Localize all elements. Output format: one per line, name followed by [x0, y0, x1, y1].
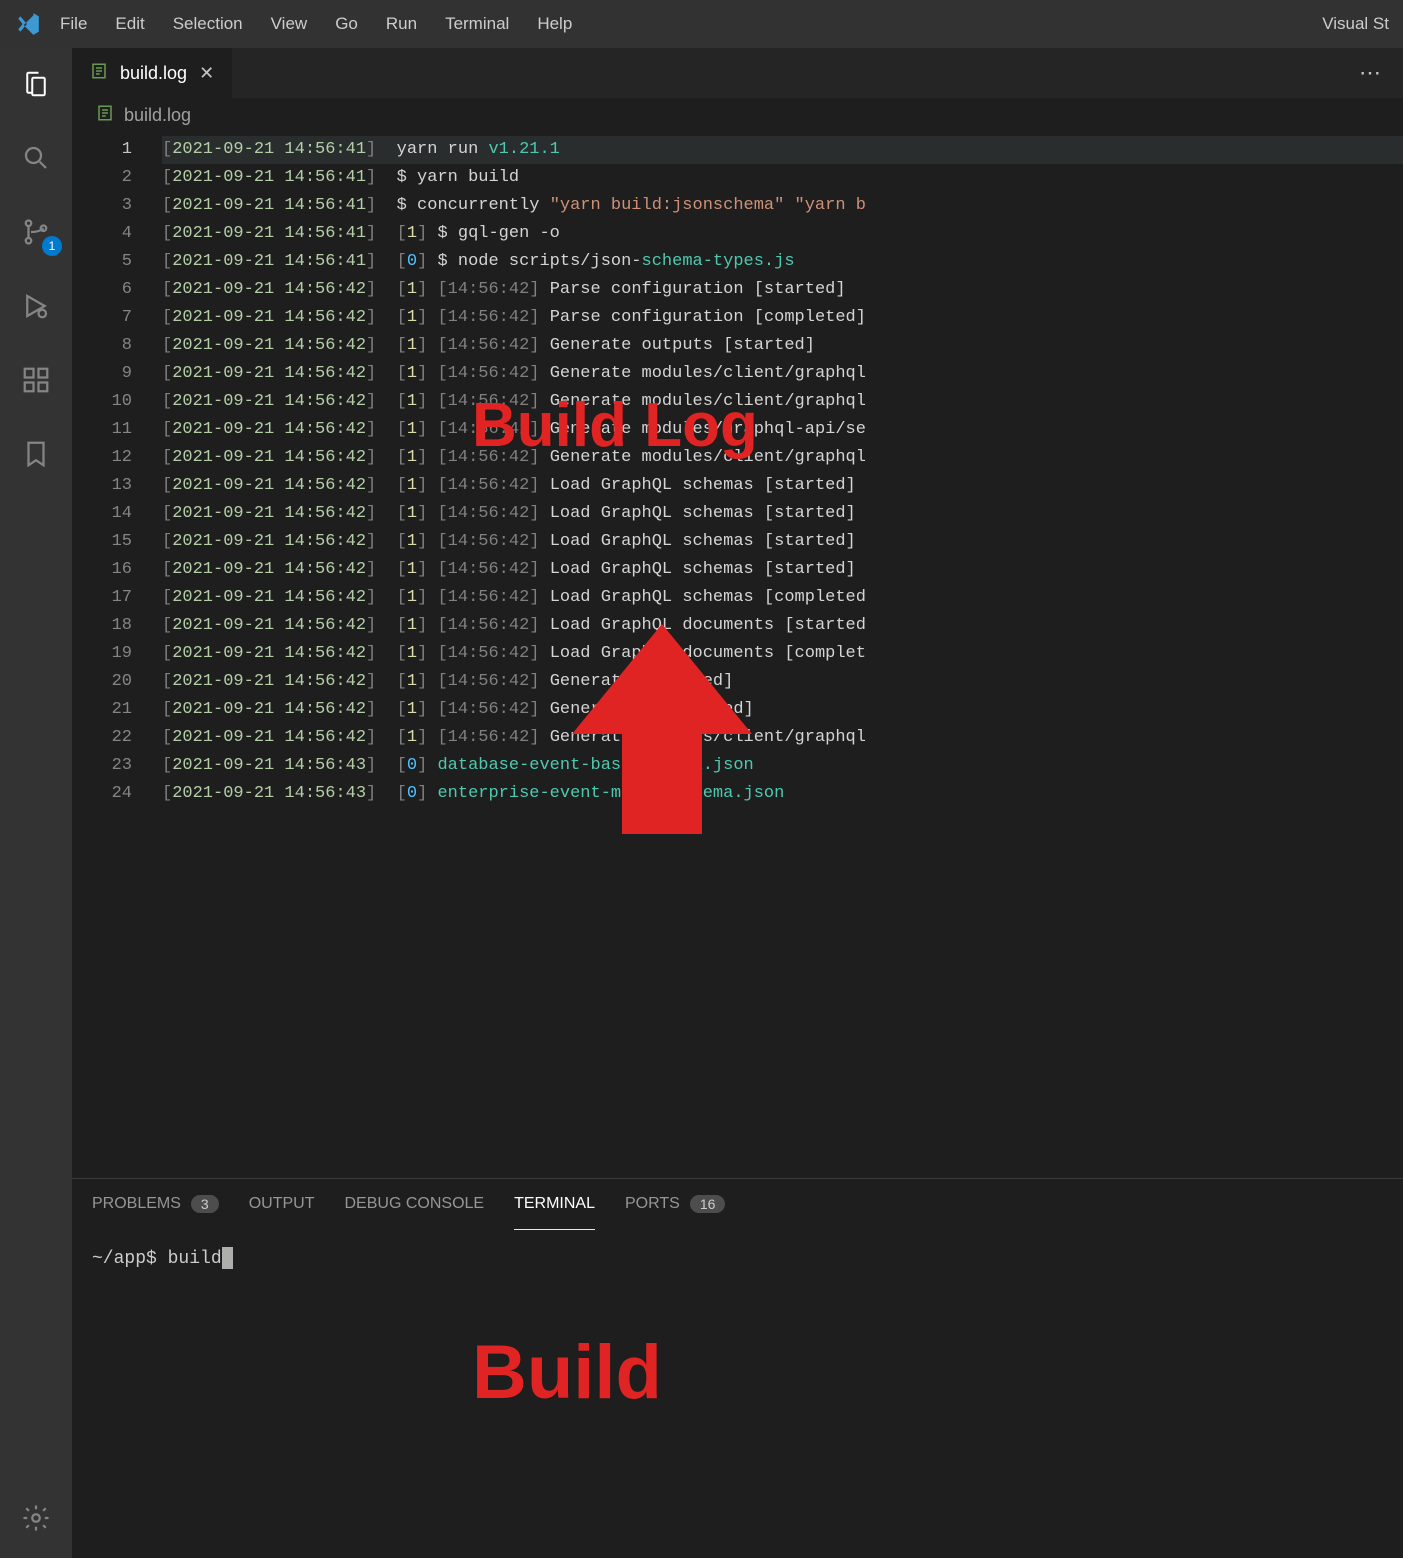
- menu-help[interactable]: Help: [523, 14, 586, 34]
- log-line: [2021-09-21 14:56:42] [1] [14:56:42] Gen…: [162, 696, 1403, 724]
- log-line: [2021-09-21 14:56:42] [1] [14:56:42] Gen…: [162, 668, 1403, 696]
- menu-run[interactable]: Run: [372, 14, 431, 34]
- log-line: [2021-09-21 14:56:42] [1] [14:56:42] Gen…: [162, 332, 1403, 360]
- terminal-prompt: ~/app$: [92, 1249, 168, 1269]
- file-log-icon: [90, 62, 108, 85]
- vscode-logo-icon: [10, 11, 46, 37]
- source-control-badge: 1: [42, 236, 62, 256]
- log-line: [2021-09-21 14:56:42] [1] [14:56:42] Loa…: [162, 528, 1403, 556]
- tab-build-log[interactable]: build.log ✕: [72, 48, 233, 98]
- problems-badge: 3: [191, 1195, 219, 1213]
- file-log-icon: [96, 104, 114, 127]
- log-line: [2021-09-21 14:56:42] [1] [14:56:42] Par…: [162, 304, 1403, 332]
- log-line: [2021-09-21 14:56:42] [1] [14:56:42] Gen…: [162, 388, 1403, 416]
- terminal-cursor: [222, 1247, 233, 1269]
- panel-tab-debug-console[interactable]: DEBUG CONSOLE: [345, 1179, 485, 1229]
- panel-tabs: PROBLEMS 3 OUTPUT DEBUG CONSOLE TERMINAL…: [72, 1179, 1403, 1229]
- log-line: [2021-09-21 14:56:41] yarn run v1.21.1: [162, 136, 1403, 164]
- log-line: [2021-09-21 14:56:42] [1] [14:56:42] Gen…: [162, 360, 1403, 388]
- log-line: [2021-09-21 14:56:42] [1] [14:56:42] Gen…: [162, 724, 1403, 752]
- panel-tab-output[interactable]: OUTPUT: [249, 1179, 315, 1229]
- editor-area[interactable]: 123456789101112131415161718192021222324 …: [72, 134, 1403, 1178]
- log-line: [2021-09-21 14:56:42] [1] [14:56:42] Loa…: [162, 612, 1403, 640]
- log-line: [2021-09-21 14:56:43] [0] enterprise-eve…: [162, 780, 1403, 808]
- search-icon[interactable]: [16, 138, 56, 178]
- close-icon[interactable]: ✕: [199, 63, 214, 84]
- tab-label: build.log: [120, 63, 187, 84]
- log-line: [2021-09-21 14:56:42] [1] [14:56:42] Loa…: [162, 584, 1403, 612]
- run-debug-icon[interactable]: [16, 286, 56, 326]
- menu-edit[interactable]: Edit: [101, 14, 158, 34]
- log-line: [2021-09-21 14:56:42] [1] [14:56:42] Gen…: [162, 416, 1403, 444]
- editor-more-icon[interactable]: ⋯: [1337, 48, 1403, 98]
- code-content[interactable]: [2021-09-21 14:56:41] yarn run v1.21.1[2…: [162, 134, 1403, 1178]
- panel-tab-terminal[interactable]: TERMINAL: [514, 1180, 595, 1230]
- menu-terminal[interactable]: Terminal: [431, 14, 523, 34]
- terminal-command: build: [168, 1249, 222, 1269]
- log-line: [2021-09-21 14:56:42] [1] [14:56:42] Loa…: [162, 640, 1403, 668]
- log-line: [2021-09-21 14:56:41] $ concurrently "ya…: [162, 192, 1403, 220]
- editor-tabs: build.log ✕ ⋯: [72, 48, 1403, 98]
- log-line: [2021-09-21 14:56:41] [1] $ gql-gen -o: [162, 220, 1403, 248]
- log-line: [2021-09-21 14:56:43] [0] database-event…: [162, 752, 1403, 780]
- manage-gear-icon[interactable]: [16, 1498, 56, 1538]
- explorer-icon[interactable]: [16, 64, 56, 104]
- line-number-gutter: 123456789101112131415161718192021222324: [72, 134, 162, 1178]
- menu-bar: FileEditSelectionViewGoRunTerminalHelp V…: [0, 0, 1403, 48]
- menu-go[interactable]: Go: [321, 14, 372, 34]
- panel-tab-ports[interactable]: PORTS 16: [625, 1179, 725, 1229]
- menu-selection[interactable]: Selection: [159, 14, 257, 34]
- terminal-body[interactable]: ~/app$ build Build: [72, 1229, 1403, 1558]
- ports-badge: 16: [690, 1195, 726, 1213]
- source-control-icon[interactable]: 1: [16, 212, 56, 252]
- log-line: [2021-09-21 14:56:42] [1] [14:56:42] Par…: [162, 276, 1403, 304]
- panel-tab-problems[interactable]: PROBLEMS 3: [92, 1179, 219, 1229]
- menu-file[interactable]: File: [46, 14, 101, 34]
- log-line: [2021-09-21 14:56:42] [1] [14:56:42] Loa…: [162, 556, 1403, 584]
- log-line: [2021-09-21 14:56:42] [1] [14:56:42] Loa…: [162, 500, 1403, 528]
- log-line: [2021-09-21 14:56:41] $ yarn build: [162, 164, 1403, 192]
- menu-view[interactable]: View: [257, 14, 322, 34]
- activity-bar: 1: [0, 48, 72, 1558]
- bottom-panel: PROBLEMS 3 OUTPUT DEBUG CONSOLE TERMINAL…: [72, 1178, 1403, 1558]
- breadcrumb-filename: build.log: [124, 105, 191, 126]
- window-title: Visual St: [1322, 14, 1393, 34]
- annotation-build-label: Build: [472, 1329, 1403, 1416]
- bookmark-icon[interactable]: [16, 434, 56, 474]
- extensions-icon[interactable]: [16, 360, 56, 400]
- log-line: [2021-09-21 14:56:42] [1] [14:56:42] Gen…: [162, 444, 1403, 472]
- log-line: [2021-09-21 14:56:42] [1] [14:56:42] Loa…: [162, 472, 1403, 500]
- log-line: [2021-09-21 14:56:41] [0] $ node scripts…: [162, 248, 1403, 276]
- breadcrumb[interactable]: build.log: [72, 98, 1403, 134]
